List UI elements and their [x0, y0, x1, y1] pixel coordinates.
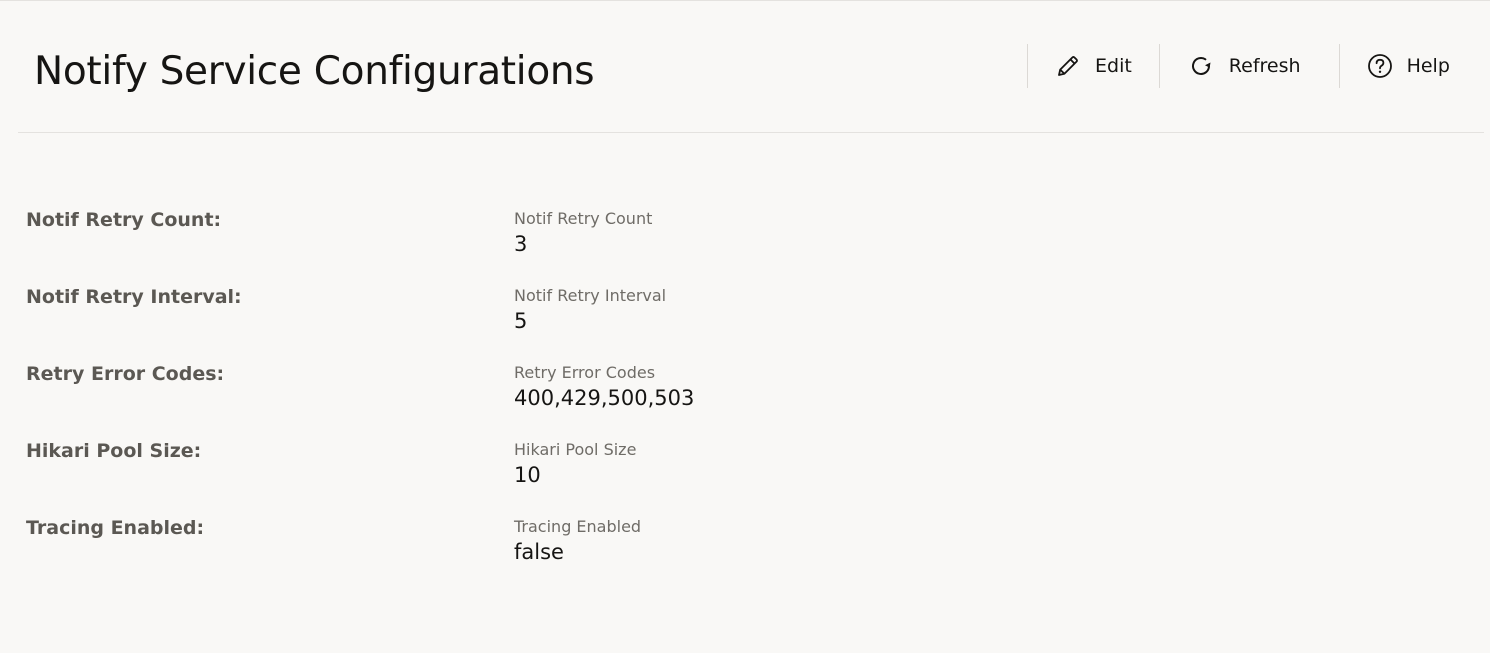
field-value: 10	[514, 463, 541, 487]
form-row-tracing-enabled: Tracing Enabled: Tracing Enabled false	[26, 515, 1026, 592]
row-label: Notif Retry Count:	[26, 209, 222, 231]
edit-label: Edit	[1095, 55, 1132, 77]
readonly-field: Notif Retry Count 3	[514, 207, 652, 258]
help-circle-icon	[1367, 54, 1392, 78]
help-button[interactable]: Help	[1340, 44, 1450, 88]
field-label: Tracing Enabled	[514, 517, 642, 536]
readonly-field: Retry Error Codes 400,429,500,503	[514, 361, 694, 412]
form-row-notif-retry-interval: Notif Retry Interval: Notif Retry Interv…	[26, 284, 1026, 361]
field-value: 400,429,500,503	[514, 386, 695, 410]
field-label: Notif Retry Count	[514, 209, 653, 228]
page-header: Notify Service Configurations Edit Refre…	[18, 1, 1484, 133]
row-label: Retry Error Codes:	[26, 363, 225, 385]
readonly-field: Notif Retry Interval 5	[514, 284, 666, 335]
help-label: Help	[1406, 55, 1450, 77]
refresh-label: Refresh	[1228, 55, 1301, 77]
row-label: Hikari Pool Size:	[26, 440, 202, 462]
edit-button[interactable]: Edit	[1028, 44, 1159, 88]
config-form: Notif Retry Count: Notif Retry Count 3 N…	[26, 207, 1026, 592]
row-label: Notif Retry Interval:	[26, 286, 242, 308]
readonly-field: Hikari Pool Size 10	[514, 438, 636, 489]
field-label: Hikari Pool Size	[514, 440, 637, 459]
page-title: Notify Service Configurations	[34, 49, 595, 94]
field-value: 5	[514, 309, 528, 333]
refresh-button[interactable]: Refresh	[1160, 44, 1339, 88]
pencil-icon	[1058, 56, 1078, 76]
row-label: Tracing Enabled:	[26, 517, 205, 539]
form-row-retry-error-codes: Retry Error Codes: Retry Error Codes 400…	[26, 361, 1026, 438]
readonly-field: Tracing Enabled false	[514, 515, 641, 566]
field-label: Notif Retry Interval	[514, 286, 667, 305]
form-row-hikari-pool-size: Hikari Pool Size: Hikari Pool Size 10	[26, 438, 1026, 515]
field-value: false	[514, 540, 564, 564]
form-row-notif-retry-count: Notif Retry Count: Notif Retry Count 3	[26, 207, 1026, 284]
field-label: Retry Error Codes	[514, 363, 656, 382]
field-value: 3	[514, 232, 528, 256]
refresh-icon	[1191, 56, 1211, 75]
toolbar: Edit Refresh Help	[1027, 44, 1450, 88]
